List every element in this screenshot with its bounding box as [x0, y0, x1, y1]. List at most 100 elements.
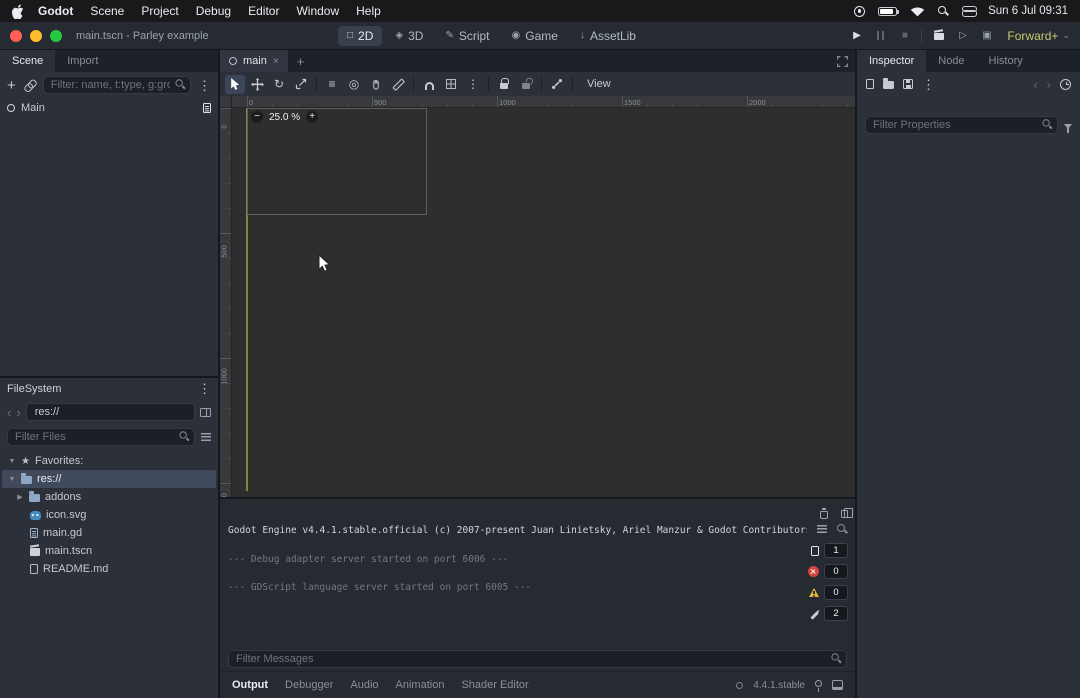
spotlight-search-icon[interactable]: [938, 6, 949, 17]
grid-snap-button[interactable]: [441, 75, 461, 94]
filesystem-menu-button[interactable]: ⋮: [198, 382, 211, 395]
control-center-icon[interactable]: [962, 6, 975, 17]
pan-tool-button[interactable]: [366, 75, 386, 94]
fs-item-main-gd[interactable]: main.gd: [2, 524, 216, 542]
horizontal-ruler[interactable]: 0 500 1000 1500 2000: [232, 96, 855, 108]
snap-options-button[interactable]: ⋮: [463, 75, 483, 94]
clear-output-button[interactable]: [820, 508, 828, 519]
smart-snap-button[interactable]: [419, 75, 439, 94]
scene-tab-main[interactable]: main ×: [220, 50, 288, 72]
fs-item-icon-svg[interactable]: icon.svg: [2, 506, 216, 524]
new-scene-tab-button[interactable]: +: [288, 54, 314, 69]
focus-search-button[interactable]: [837, 524, 848, 535]
pivot-tool-button[interactable]: ◎: [344, 75, 364, 94]
scene-tree-menu-button[interactable]: ⋮: [198, 79, 211, 92]
workspace-assetlib-button[interactable]: ↓AssetLib: [571, 26, 645, 46]
favorites-row[interactable]: ▼ ★ Favorites:: [2, 452, 216, 470]
lock-selected-button[interactable]: [494, 75, 514, 94]
expand-icon[interactable]: ▶: [16, 493, 24, 501]
zoom-level[interactable]: 25.0 %: [269, 112, 300, 123]
pause-button[interactable]: [873, 31, 888, 40]
tab-audio[interactable]: Audio: [350, 679, 378, 691]
tab-shader-editor[interactable]: Shader Editor: [461, 679, 528, 691]
list-select-tool-button[interactable]: ≡: [322, 75, 342, 94]
zoom-window-button[interactable]: [50, 30, 62, 42]
filter-options-button[interactable]: [1064, 122, 1072, 129]
tab-import[interactable]: Import: [55, 50, 110, 72]
current-path[interactable]: res://: [26, 403, 195, 421]
collapse-duplicates-button[interactable]: [817, 525, 827, 533]
view-menu-button[interactable]: View: [578, 78, 620, 90]
tab-inspector[interactable]: Inspector: [857, 50, 926, 72]
file-sort-button[interactable]: [201, 433, 211, 441]
play-scene-button[interactable]: [931, 31, 946, 41]
tab-scene[interactable]: Scene: [0, 50, 55, 72]
distraction-free-button[interactable]: [837, 56, 848, 67]
screen-record-icon[interactable]: [854, 6, 865, 17]
scene-node-main[interactable]: Main: [0, 98, 218, 118]
filter-errors-toggle[interactable]: 0: [808, 564, 848, 579]
scene-tree[interactable]: Main: [0, 98, 218, 376]
output-filter-input[interactable]: [228, 650, 847, 668]
menubar-menu-editor[interactable]: Editor: [248, 4, 279, 18]
rotate-tool-button[interactable]: ↻: [269, 75, 289, 94]
update-check-icon[interactable]: [736, 682, 743, 689]
apple-menu-icon[interactable]: [12, 4, 24, 19]
stop-button[interactable]: ■: [897, 30, 912, 41]
nav-forward-button[interactable]: ›: [16, 406, 20, 419]
filesystem-filter-input[interactable]: [7, 428, 195, 446]
save-resource-button[interactable]: [903, 79, 913, 89]
ruler-tool-button[interactable]: [388, 75, 408, 94]
inspector-filter-input[interactable]: [865, 116, 1058, 134]
zoom-out-button[interactable]: −: [251, 111, 263, 123]
workspace-game-button[interactable]: ◉Game: [503, 26, 567, 46]
new-resource-button[interactable]: [866, 79, 874, 89]
scale-tool-button[interactable]: [291, 75, 311, 94]
attached-script-icon[interactable]: [203, 103, 211, 113]
move-tool-button[interactable]: [247, 75, 267, 94]
menubar-menu-debug[interactable]: Debug: [196, 4, 231, 18]
2d-viewport[interactable]: 0 500 1000 1500 2000 0 500 1000 1500 − 2…: [220, 96, 855, 497]
collapse-icon[interactable]: ▼: [8, 476, 16, 483]
fs-item-addons[interactable]: ▶ addons: [2, 488, 216, 506]
load-resource-button[interactable]: [883, 80, 894, 89]
renderer-dropdown[interactable]: Forward+ ⌄: [1007, 29, 1070, 43]
tab-output[interactable]: Output: [232, 679, 268, 691]
play-button[interactable]: ▶: [849, 30, 864, 41]
zoom-in-button[interactable]: +: [306, 111, 318, 123]
tab-animation[interactable]: Animation: [396, 679, 445, 691]
filter-editor-toggle[interactable]: 2: [810, 606, 848, 621]
output-log[interactable]: Godot Engine v4.4.1.stable.official (c) …: [220, 499, 807, 647]
movie-maker-button[interactable]: ▣: [979, 30, 994, 41]
skeleton-options-button[interactable]: [547, 75, 567, 94]
engine-version[interactable]: 4.4.1.stable: [753, 680, 805, 691]
tab-node[interactable]: Node: [926, 50, 976, 72]
workspace-2d-button[interactable]: □2D: [338, 26, 382, 46]
tab-history[interactable]: History: [977, 50, 1035, 72]
tab-debugger[interactable]: Debugger: [285, 679, 333, 691]
copy-output-button[interactable]: [838, 508, 848, 518]
pin-panel-button[interactable]: [815, 683, 822, 687]
add-node-button[interactable]: +: [7, 78, 16, 93]
scene-filter-input[interactable]: [43, 76, 191, 94]
history-forward-button[interactable]: ›: [1047, 78, 1051, 91]
workspace-script-button[interactable]: ✎Script: [436, 26, 498, 46]
menubar-menu-project[interactable]: Project: [141, 4, 178, 18]
menubar-menu-scene[interactable]: Scene: [90, 4, 124, 18]
menubar-clock[interactable]: Sun 6 Jul 09:31: [988, 5, 1068, 17]
battery-icon[interactable]: [878, 7, 897, 16]
vertical-ruler[interactable]: 0 500 1000 1500: [220, 108, 232, 497]
filter-warnings-toggle[interactable]: 0: [809, 585, 848, 600]
filter-messages-toggle[interactable]: 1: [811, 543, 848, 558]
fs-item-res-root[interactable]: ▼ res://: [2, 470, 216, 488]
fs-item-readme[interactable]: README.md: [2, 560, 216, 578]
minimize-window-button[interactable]: [30, 30, 42, 42]
select-tool-button[interactable]: [225, 75, 245, 94]
history-back-button[interactable]: ‹: [1033, 78, 1037, 91]
expand-bottom-panel-button[interactable]: [832, 680, 843, 690]
resource-menu-button[interactable]: ⋮: [922, 78, 935, 91]
unlock-selected-button[interactable]: [516, 75, 536, 94]
close-tab-icon[interactable]: ×: [273, 56, 279, 67]
collapse-icon[interactable]: ▼: [8, 458, 16, 465]
close-window-button[interactable]: [10, 30, 22, 42]
